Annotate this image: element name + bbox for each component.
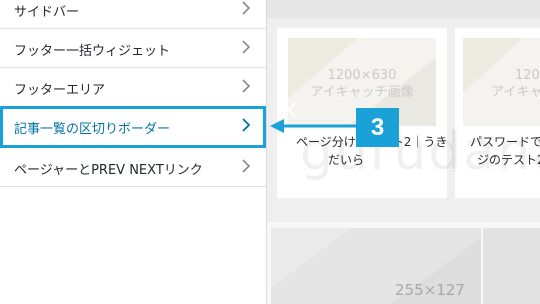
chevron-right-icon [242, 118, 251, 132]
menu-item-label: ページャーとPREV NEXTリンク [14, 163, 203, 178]
menu-item-label: サイドバー [14, 5, 80, 20]
article-thumbnail [483, 228, 540, 304]
chevron-right-icon [242, 159, 251, 173]
menu-item-label: フッターエリア [14, 83, 106, 98]
chevron-right-icon [242, 1, 251, 15]
menu-item-footer-area[interactable]: フッターエリア [0, 68, 266, 107]
menu-item-label: 記事一覧の区切りボーダー [14, 122, 171, 137]
menu-item-pager-links[interactable]: ページャーとPREV NEXTリンク [0, 148, 266, 187]
menu-item-sidebar[interactable]: サイドバー [0, 0, 266, 29]
customizer-menu: サイドバー フッター一括ウィジェット フッターエリア 記事一覧の区切りボーダー … [0, 0, 267, 304]
thumbnail-size: 1200 [515, 68, 540, 83]
menu-item-footer-widgets[interactable]: フッター一括ウィジェット [0, 29, 266, 68]
chevron-right-icon [242, 40, 251, 54]
chevron-right-icon [242, 79, 251, 93]
preview-top-band [267, 0, 540, 18]
article-card[interactable]: 255×127 [267, 222, 540, 304]
thumbnail-size: 1200×630 [327, 68, 397, 83]
article-thumbnail: 1200 アイキャ [463, 38, 540, 126]
arrow-left-icon [270, 119, 360, 133]
menu-empty-area [0, 187, 266, 304]
thumbnail-label: アイキャ [491, 85, 540, 100]
step-number-badge: 3 [356, 108, 399, 147]
menu-item-article-list-border[interactable]: 記事一覧の区切りボーダー [0, 106, 266, 148]
menu-item-label: フッター一括ウィジェット [14, 44, 171, 59]
chevron-left-icon[interactable] [285, 100, 299, 120]
thumbnail-size: 255×127 [395, 281, 465, 299]
article-thumbnail: 255×127 [271, 228, 481, 304]
thumbnail-label: アイキャッチ画像 [310, 85, 414, 100]
